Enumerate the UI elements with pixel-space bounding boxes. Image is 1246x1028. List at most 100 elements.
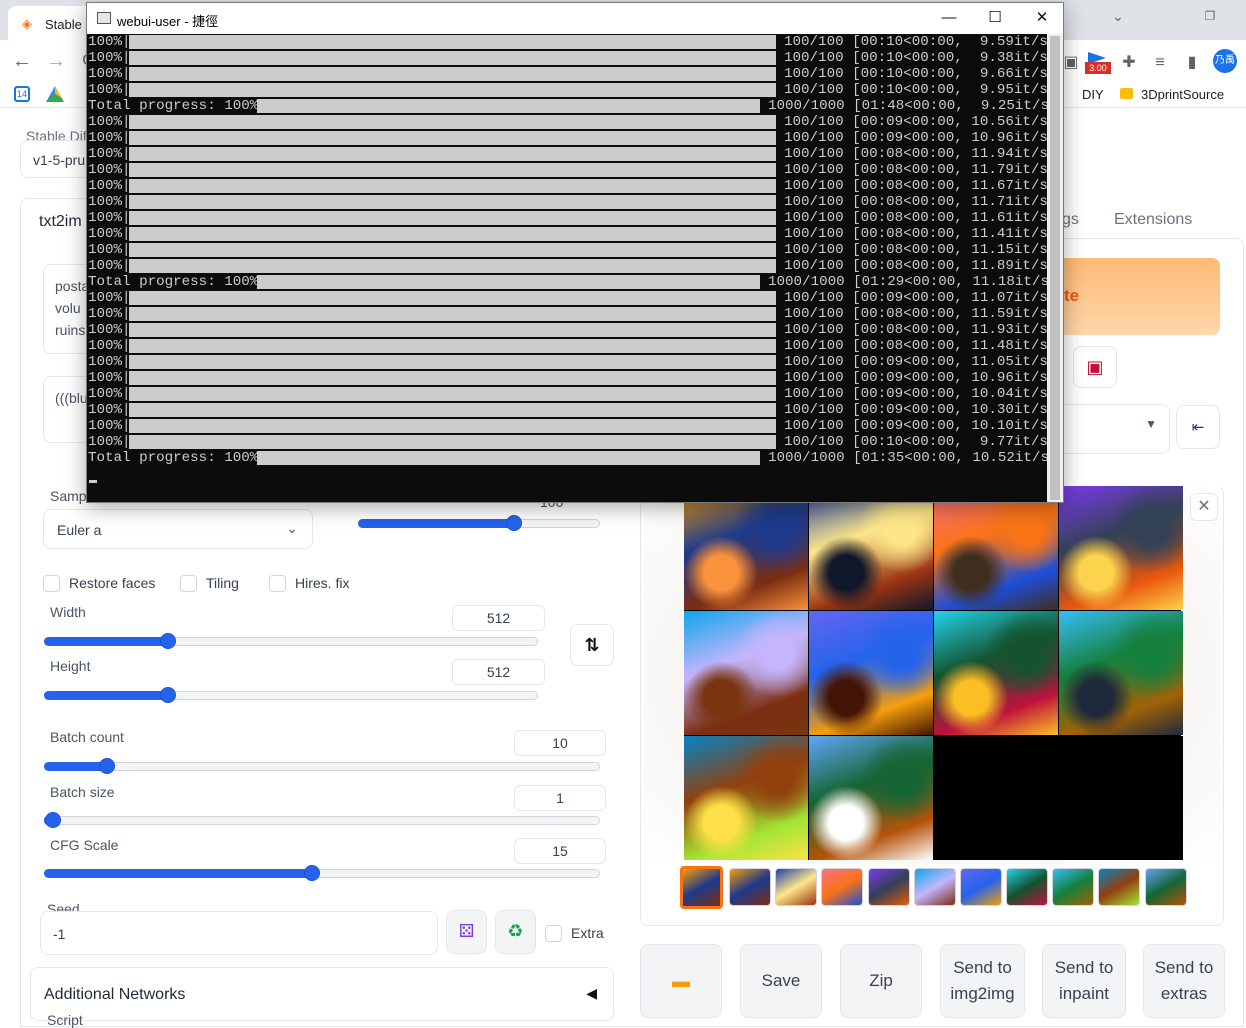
progress-prefix: 100%| [88,66,131,82]
badge-extension[interactable]: 3.00 [1085,52,1111,76]
close-icon[interactable]: ✕ [1027,7,1057,29]
zip-button[interactable]: Zip [840,944,922,1018]
save-button[interactable]: Save [740,944,822,1018]
styles-select[interactable]: ▼ [1050,404,1170,454]
gallery-thumbnail[interactable] [914,868,956,906]
batch-count-slider-handle[interactable] [99,758,115,774]
progress-prefix: 100%| [88,146,131,162]
send-to-extras-button[interactable]: Send to extras [1143,944,1225,1018]
height-input[interactable]: 512 [452,659,545,685]
progress-stats: 100/100 [00:08<00:00, 11.71it/s] [784,194,1047,210]
gallery-thumbnail[interactable] [729,868,771,906]
height-slider-handle[interactable] [160,687,176,703]
tiling-checkbox[interactable] [180,575,197,592]
progress-prefix: Total progress: 100%| [88,450,267,466]
bookmark-3dprintsource[interactable]: 3DprintSource [1141,86,1224,104]
hires-fix-checkbox[interactable] [269,575,286,592]
bookmark-diy[interactable]: DIY [1082,86,1104,104]
batch-size-input[interactable]: 1 [514,785,606,811]
grid-cell-empty [1059,736,1183,860]
batch-count-slider[interactable] [44,758,600,774]
gallery-thumbnail[interactable] [821,868,863,906]
terminal-progress-line: 100%| 100/100 [00:10<00:00, 9.38it/s] [87,50,1047,66]
height-slider[interactable] [44,687,538,703]
progress-stats: 1000/1000 [01:29<00:00, 11.18it/s] [768,274,1047,290]
cfg-scale-slider[interactable] [44,865,600,881]
send-to-img2img-button[interactable]: Send to img2img [940,944,1025,1018]
tab-settings[interactable]: gs [1062,211,1079,229]
progress-stats: 100/100 [00:08<00:00, 11.79it/s] [784,162,1047,178]
back-icon[interactable]: ← [10,50,34,74]
batch-count-input[interactable]: 10 [514,730,606,756]
progress-prefix: Total progress: 100%| [88,274,267,290]
width-slider[interactable] [44,633,538,649]
grid-cell-image [1059,611,1183,735]
batch-size-slider[interactable] [44,812,600,828]
puzzle-icon[interactable]: ✚ [1118,52,1140,74]
seed-input[interactable]: -1 [40,911,438,955]
terminal-progress-line: 100%| 100/100 [00:08<00:00, 11.59it/s] [87,306,1047,322]
progress-bar [129,419,776,433]
tab-search-icon[interactable]: ⌄ [1098,4,1138,28]
badge-count: 3.00 [1085,62,1111,74]
terminal-progress-line: 100%| 100/100 [00:08<00:00, 11.71it/s] [87,194,1047,210]
additional-networks-accordion[interactable]: Additional Networks ◀ [30,967,614,1021]
grid-cell-image [1059,486,1183,610]
batch-count-slider-fill [44,762,106,771]
reuse-seed-button[interactable]: ♻ [495,910,536,954]
forward-icon[interactable]: → [44,50,68,74]
apply-style-button[interactable]: ⇤ [1176,405,1220,449]
steps-slider[interactable] [358,515,600,531]
swap-dimensions-button[interactable]: ⇅ [570,624,614,666]
gallery-thumbnail[interactable] [1052,868,1094,906]
close-icon[interactable]: ✕ [1190,493,1218,521]
width-slider-handle[interactable] [160,633,176,649]
extra-seed-checkbox[interactable] [545,925,562,942]
send-to-inpaint-button[interactable]: Send to inpaint [1042,944,1126,1018]
terminal-scrollbar-thumb[interactable] [1050,36,1060,500]
gallery-thumbnail[interactable] [1006,868,1048,906]
side-panel-icon[interactable]: ▮ [1181,52,1203,74]
progress-prefix: 100%| [88,194,131,210]
progress-stats: 100/100 [00:08<00:00, 11.94it/s] [784,146,1047,162]
restore-faces-label: Restore faces [69,575,156,591]
width-input[interactable]: 512 [452,605,545,631]
minimize-icon[interactable]: — [934,7,964,29]
random-seed-button[interactable]: ⚄ [446,910,487,954]
gallery-thumbnail[interactable] [960,868,1002,906]
folder-icon [1120,88,1133,99]
terminal-total-progress-line: Total progress: 100%| 1000/1000 [01:35<00… [87,450,1047,466]
batch-size-slider-handle[interactable] [45,812,61,828]
progress-stats: 100/100 [00:09<00:00, 10.04it/s] [784,386,1047,402]
progress-prefix: 100%| [88,338,131,354]
cfg-scale-slider-handle[interactable] [304,865,320,881]
progress-bar [257,451,760,465]
profile-avatar[interactable]: 乃禹 [1213,49,1237,73]
gallery-thumbnail[interactable] [775,868,817,906]
open-folder-button[interactable]: ▬ [640,944,722,1018]
gallery-thumbnail[interactable] [1098,868,1140,906]
maximize-icon[interactable]: ☐ [980,7,1010,29]
calendar-icon[interactable]: 14 [14,86,30,102]
tab-extensions[interactable]: Extensions [1114,211,1192,229]
reading-list-icon[interactable]: ≡ [1149,52,1171,74]
terminal-scrollbar[interactable] [1047,34,1063,502]
cfg-scale-input[interactable]: 15 [514,838,606,864]
progress-prefix: 100%| [88,50,131,66]
terminal-window[interactable]: webui-user - 捷徑 — ☐ ✕ 100%| 100/100 [00:1… [86,2,1064,503]
extra-seed-label: Extra [571,925,604,941]
gallery-thumbnail-selected[interactable] [680,866,723,909]
gallery-thumbnail[interactable] [1145,868,1187,906]
sampler-select[interactable]: Euler a ⌄ [43,509,313,549]
gallery-thumbnail[interactable] [868,868,910,906]
generated-grid-image[interactable] [684,486,1183,860]
restore-faces-checkbox[interactable] [43,575,60,592]
progress-stats: 1000/1000 [01:48<00:00, 9.25it/s] [768,98,1047,114]
restore-window-icon[interactable]: ❐ [1190,4,1230,28]
save-style-button[interactable]: ▣ [1073,346,1117,388]
generate-button[interactable]: te [1040,258,1220,335]
terminal-titlebar[interactable]: webui-user - 捷徑 — ☐ ✕ [87,3,1063,34]
progress-prefix: 100%| [88,178,131,194]
progress-stats: 100/100 [00:08<00:00, 11.41it/s] [784,226,1047,242]
steps-slider-handle[interactable] [506,515,522,531]
